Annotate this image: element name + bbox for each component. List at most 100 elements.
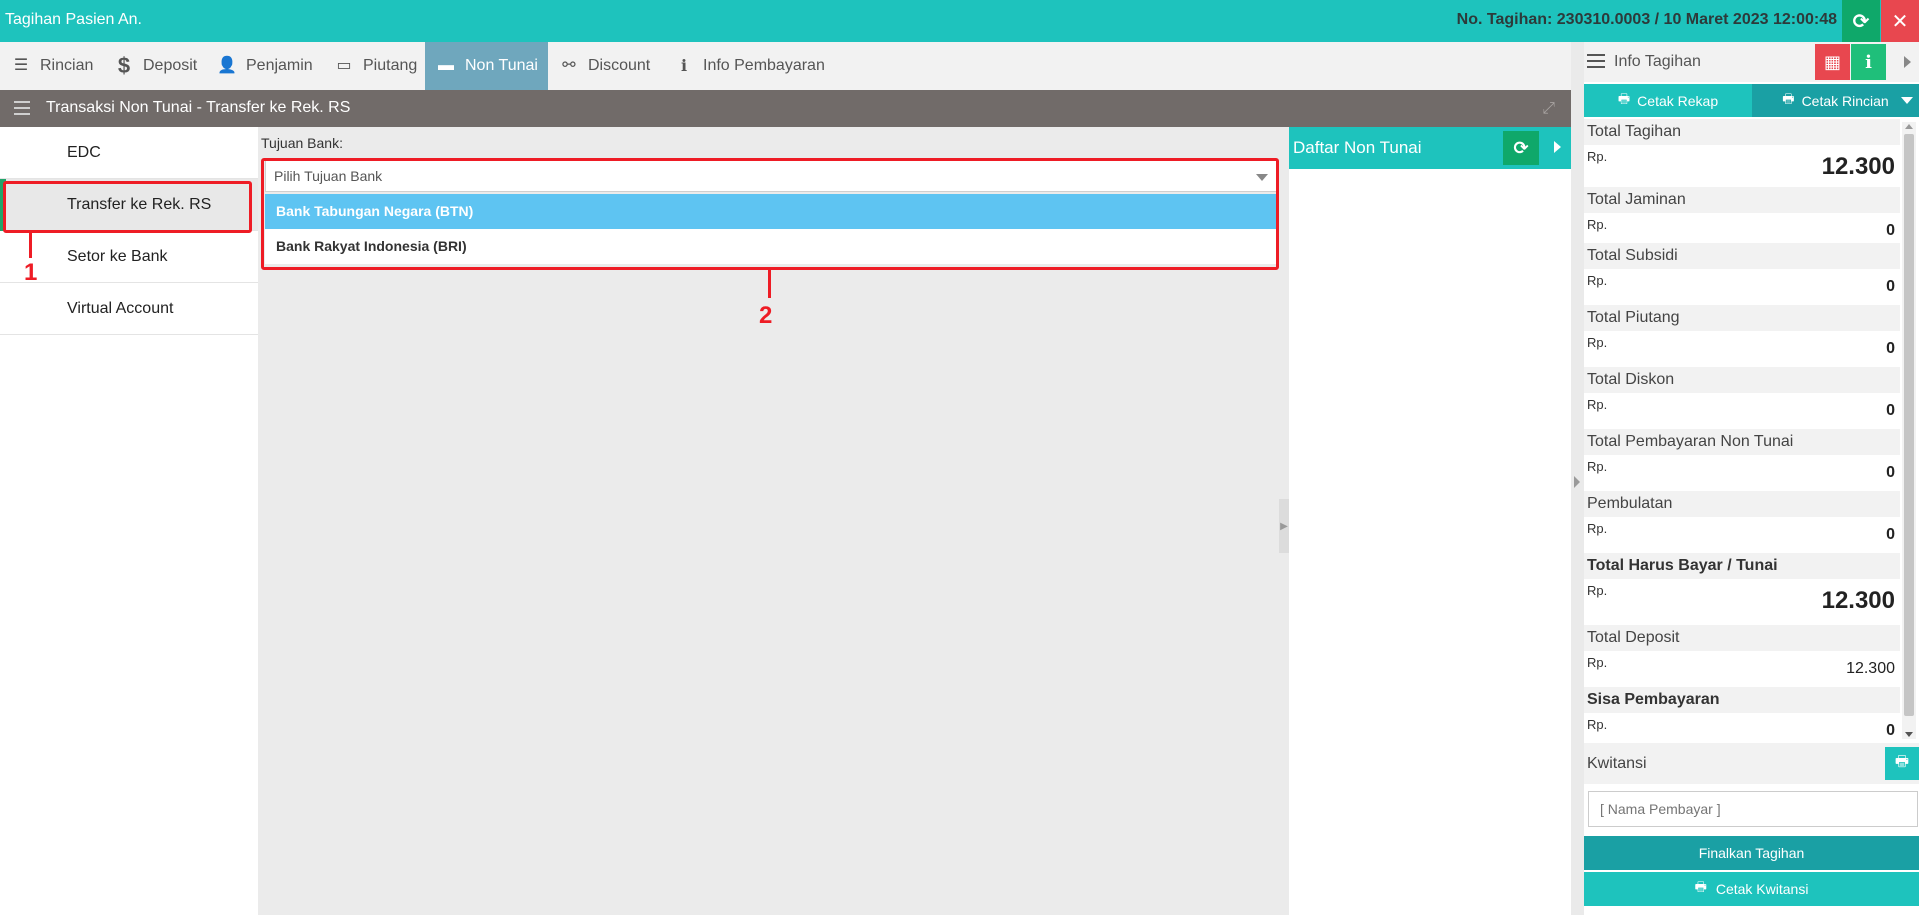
chevron-right-icon[interactable] — [1904, 56, 1911, 68]
annotation-box-1 — [3, 181, 252, 233]
summary-value: 0 — [1886, 402, 1895, 419]
tab-label: Penjamin — [246, 57, 313, 74]
summary-value: 0 — [1886, 340, 1895, 357]
expand-icon[interactable]: ⤢ — [1542, 100, 1555, 118]
info-icon: i — [680, 56, 688, 75]
annotation-line-1 — [29, 233, 32, 258]
summary-label: Total Jaminan — [1587, 191, 1686, 208]
refresh-icon: ⟳ — [1513, 137, 1529, 158]
daftar-refresh-button[interactable]: ⟳ — [1503, 131, 1539, 165]
finalize-button[interactable]: Finalkan Tagihan — [1584, 836, 1919, 870]
currency-label: Rp. — [1587, 149, 1608, 164]
summary-value-row: Rp. 0 — [1584, 393, 1900, 423]
tab-info-pembayaran[interactable]: i Info Pembayaran — [663, 42, 835, 90]
annotation-box-2 — [261, 158, 1279, 270]
summary-label: Sisa Pembayaran — [1587, 691, 1720, 708]
scroll-thumb[interactable] — [1904, 134, 1914, 716]
currency-label: Rp. — [1587, 717, 1608, 732]
annotation-number-1: 1 — [24, 259, 38, 286]
payer-name-input[interactable] — [1588, 791, 1918, 827]
summary-label: Total Diskon — [1587, 371, 1675, 388]
top-bar: Tagihan Pasien An. No. Tagihan: 230310.0… — [0, 0, 1919, 42]
nav-item-edc[interactable]: EDC — [0, 127, 258, 179]
print-buttons: 🖶 Cetak Rekap 🖶 Cetak Rincian — [1584, 84, 1919, 117]
info-icon: i — [1865, 51, 1872, 73]
credit-card-icon: ▬ — [438, 57, 454, 74]
tab-discount[interactable]: ⚯ Discount — [548, 42, 660, 90]
summary-scrollbar[interactable] — [1902, 122, 1916, 739]
kwitansi-label: Kwitansi — [1587, 755, 1647, 772]
currency-label: Rp. — [1587, 583, 1608, 598]
info-button[interactable]: i — [1851, 44, 1886, 80]
summary-label: Total Tagihan — [1587, 123, 1681, 140]
scroll-down-icon[interactable] — [1905, 732, 1913, 737]
calculator-icon: ▦ — [1823, 51, 1841, 72]
nav-item-virtual-account[interactable]: Virtual Account — [0, 283, 258, 335]
left-nav: EDC Transfer ke Rek. RS Setor ke Bank Vi… — [0, 127, 258, 915]
tab-rincian[interactable]: ☰ Rincian — [0, 42, 103, 90]
currency-label: Rp. — [1587, 397, 1608, 412]
button-label: Cetak Rincian — [1801, 92, 1889, 109]
summary-value: 0 — [1886, 722, 1895, 739]
summary-value-row: Rp. 0 — [1584, 269, 1900, 299]
info-tagihan-panel: Info Tagihan ▦ i 🖶 Cetak Rekap 🖶 Cetak Rin… — [1584, 42, 1919, 915]
list-icon: ☰ — [13, 57, 29, 74]
tab-bar: ☰ Rincian $ Deposit 👤 Penjamin ▭ Piutang ▬ No… — [0, 42, 1571, 90]
button-label: Cetak Kwitansi — [1715, 881, 1809, 897]
tab-label: Info Pembayaran — [703, 57, 825, 74]
calculator-button[interactable]: ▦ — [1815, 44, 1850, 80]
summary-value: 12.300 — [1821, 153, 1895, 180]
scroll-up-icon[interactable] — [1905, 124, 1913, 129]
button-label: Cetak Rekap — [1637, 92, 1719, 109]
menu-icon[interactable] — [14, 101, 30, 115]
tab-label: Rincian — [40, 57, 94, 74]
print-icon: 🖶 — [1894, 753, 1910, 770]
collapse-handle[interactable]: ▶ — [1279, 499, 1289, 553]
dollar-icon: $ — [117, 53, 131, 78]
cetak-rekap-button[interactable]: 🖶 Cetak Rekap — [1584, 84, 1752, 117]
invoice-info: No. Tagihan: 230310.0003 / 10 Maret 2023… — [1456, 11, 1837, 28]
nav-label: EDC — [67, 143, 101, 161]
summary-label: Total Harus Bayar / Tunai — [1587, 557, 1778, 574]
summary-label: Total Deposit — [1587, 629, 1680, 646]
section-header: Transaksi Non Tunai - Transfer ke Rek. R… — [0, 90, 1571, 127]
tab-label: Discount — [588, 57, 651, 74]
chevron-right-icon[interactable] — [1554, 141, 1561, 153]
section-title: Transaksi Non Tunai - Transfer ke Rek. R… — [46, 99, 351, 116]
summary-value-row: Rp. 0 — [1584, 455, 1900, 485]
summary-value: 0 — [1886, 278, 1895, 295]
currency-label: Rp. — [1587, 335, 1608, 350]
daftar-header: Daftar Non Tunai ⟳ — [1289, 127, 1571, 169]
summary-value-row: Rp. 0 — [1584, 213, 1900, 243]
tab-penjamin[interactable]: 👤 Penjamin — [206, 42, 323, 90]
tab-piutang[interactable]: ▭ Piutang — [323, 42, 427, 90]
close-button[interactable]: ✕ — [1881, 0, 1919, 42]
daftar-non-tunai-panel: Daftar Non Tunai ⟳ — [1289, 127, 1571, 915]
currency-label: Rp. — [1587, 217, 1608, 232]
summary-label: Total Pembayaran Non Tunai — [1587, 433, 1794, 450]
panel-divider[interactable] — [1571, 42, 1584, 915]
nav-item-setor-ke-bank[interactable]: Setor ke Bank — [0, 231, 258, 283]
summary-value: 0 — [1886, 222, 1895, 239]
cetak-rincian-button[interactable]: 🖶 Cetak Rincian — [1752, 84, 1919, 117]
tab-label: Non Tunai — [465, 57, 538, 74]
summary-value-row: Rp. 12.300 — [1584, 579, 1900, 623]
tab-non-tunai[interactable]: ▬ Non Tunai — [425, 42, 548, 90]
daftar-title: Daftar Non Tunai — [1293, 138, 1422, 157]
money-icon: ▭ — [336, 57, 352, 74]
summary-label: Total Piutang — [1587, 309, 1680, 326]
summary-value: 12.300 — [1846, 660, 1895, 677]
print-icon: 🖶 — [1617, 90, 1631, 106]
refresh-button[interactable]: ⟳ — [1842, 0, 1880, 42]
summary-label: Pembulatan — [1587, 495, 1673, 512]
kwitansi-print-button[interactable]: 🖶 — [1885, 747, 1919, 780]
summary-value: 12.300 — [1821, 587, 1895, 614]
print-receipt-button[interactable]: 🖶 Cetak Kwitansi — [1584, 872, 1919, 906]
summary-value-row: Rp. 0 — [1584, 331, 1900, 361]
tab-label: Piutang — [363, 57, 418, 74]
info-title: Info Tagihan — [1614, 53, 1701, 70]
annotation-line-2 — [768, 270, 771, 298]
tab-deposit[interactable]: $ Deposit — [103, 42, 207, 90]
chevron-down-icon[interactable] — [1901, 97, 1913, 104]
nav-label: Virtual Account — [67, 299, 174, 317]
